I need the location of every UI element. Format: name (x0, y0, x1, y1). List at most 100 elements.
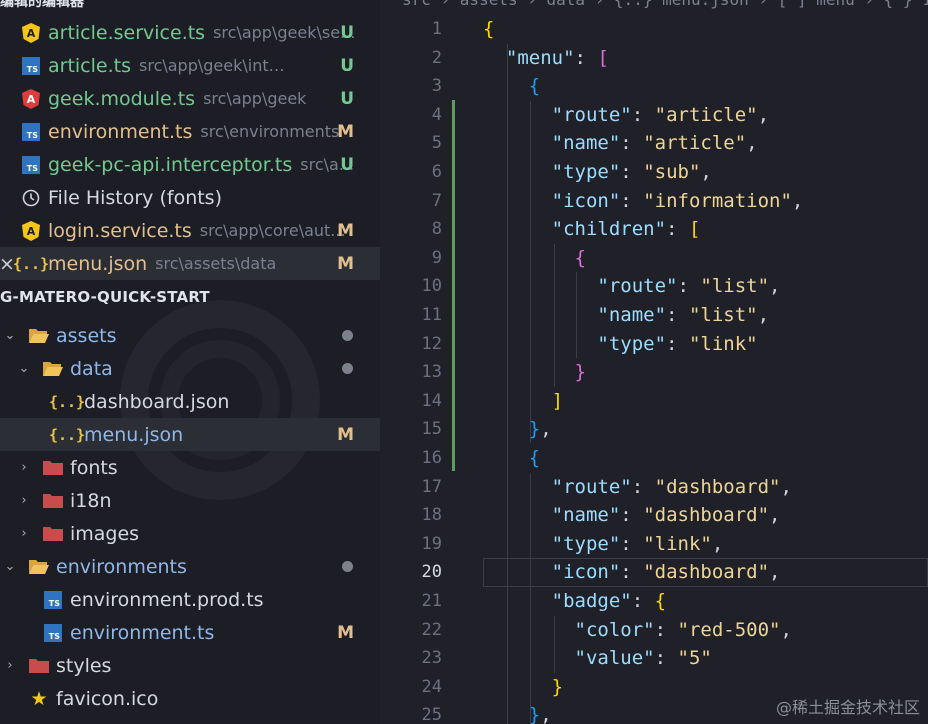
file-path: src\app\geek (203, 89, 307, 108)
svg-text:A: A (27, 27, 36, 40)
tree-item-label: i18n (70, 489, 112, 512)
line-number: 2 (431, 47, 442, 68)
chevron-right-icon[interactable]: › (2, 658, 18, 673)
folder-open-icon (28, 556, 50, 578)
tree-item[interactable]: ★ favicon.ico (0, 682, 380, 715)
tree-item-label: data (70, 357, 113, 380)
code-editor[interactable]: src › assets › data › {..} menu.json › [… (380, 0, 928, 724)
code-text: "name": "dashboard", (551, 504, 781, 527)
chevron-right-icon[interactable]: › (16, 460, 32, 475)
file-name: login.service.ts (48, 219, 192, 242)
tree-item[interactable]: ⌄ environments (0, 550, 380, 583)
code-text: "color": "red-500", (574, 618, 792, 641)
folder-open-icon (28, 325, 50, 347)
breadcrumb[interactable]: src › assets › data › {..} menu.json › [… (402, 0, 928, 9)
tree-item[interactable]: ⌄ data (0, 352, 380, 385)
code-line[interactable]: 3 { (380, 72, 928, 101)
code-line[interactable]: 22 "color": "red-500", (380, 616, 928, 645)
tree-item[interactable]: {..} dashboard.json (0, 385, 380, 418)
open-editor-item[interactable]: Ageek.module.ts src\app\geek U (0, 82, 380, 115)
project-section-title[interactable]: G-MATERO-QUICK-START (0, 282, 380, 312)
code-line[interactable]: 15 }, (380, 415, 928, 444)
close-icon[interactable]: × (0, 253, 15, 275)
code-line[interactable]: 16 { (380, 444, 928, 473)
tree-item[interactable]: › i18n (0, 484, 380, 517)
open-editor-item[interactable]: File History (fonts) (0, 181, 380, 214)
tree-item[interactable]: TS environment.prod.ts (0, 583, 380, 616)
tree-item[interactable]: › styles (0, 649, 380, 682)
line-number: 16 (421, 448, 442, 468)
code-line[interactable]: 13 } (380, 358, 928, 387)
file-name: File History (fonts) (48, 186, 222, 209)
chevron-right-icon[interactable]: › (16, 526, 32, 541)
code-line[interactable]: 4 "route": "article", (380, 101, 928, 130)
code-text: { (574, 246, 586, 269)
tree-item[interactable]: ⌄ assets (0, 319, 380, 352)
code-line[interactable]: 21 "badge": { (380, 587, 928, 616)
modified-dot-icon (342, 330, 353, 341)
chevron-down-icon[interactable]: ⌄ (2, 328, 18, 343)
code-line[interactable]: 18 "name": "dashboard", (380, 501, 928, 530)
chevron-down-icon[interactable]: ⌄ (2, 559, 18, 574)
line-number: 3 (431, 76, 442, 97)
open-editors-title: 编辑的编辑器 (0, 0, 84, 10)
file-name: geek-pc-api.interceptor.ts (48, 153, 293, 176)
open-editor-item[interactable]: Alogin.service.ts src\app\core\aut... M (0, 214, 380, 247)
explorer-sidebar: 编辑的编辑器 Aarticle.service.ts src\app\geek\s… (0, 0, 380, 724)
code-line[interactable]: 11 "name": "list", (380, 301, 928, 330)
tree-item[interactable]: {..} menu.json M (0, 418, 380, 451)
line-number: 1 (431, 19, 442, 39)
git-status-badge: M (337, 622, 354, 643)
tree-item[interactable]: › images (0, 517, 380, 550)
code-line[interactable]: 6 "type": "sub", (380, 158, 928, 187)
tree-item-label: assets (56, 324, 117, 347)
code-line[interactable]: 1{ (380, 15, 928, 44)
code-line[interactable]: 17 "route": "dashboard", (380, 473, 928, 502)
code-line[interactable]: 12 "type": "link" (380, 330, 928, 359)
json-icon: {..} (48, 425, 86, 444)
code-line[interactable]: 14 ] (380, 387, 928, 416)
svg-text:A: A (27, 93, 36, 106)
code-text: } (551, 675, 564, 698)
open-editor-item[interactable]: × {..} menu.json src\assets\data M (0, 247, 380, 280)
tree-item-label: environment.prod.ts (70, 588, 264, 611)
code-line[interactable]: 20 "icon": "dashboard", (380, 558, 928, 587)
chevron-right-icon[interactable]: › (16, 493, 32, 508)
line-number: 8 (431, 219, 442, 240)
git-status-badge: M (337, 253, 354, 274)
folder-icon (42, 490, 64, 512)
code-line[interactable]: 8 "children": [ (380, 215, 928, 244)
typescript-icon: TS (20, 121, 42, 143)
chevron-down-icon[interactable]: ⌄ (16, 361, 32, 376)
code-text: "type": "sub", (551, 161, 712, 183)
code-line[interactable]: 9 { (380, 244, 928, 273)
json-icon: {..} (48, 392, 86, 411)
code-line[interactable]: 2 "menu": [ (380, 44, 928, 73)
code-text: "value": "5" (574, 647, 712, 670)
tree-item-label: styles (56, 654, 112, 677)
code-line[interactable]: 19 "type": "link", (380, 530, 928, 559)
git-status-badge: M (337, 220, 354, 241)
tree-item-label: environments (56, 555, 187, 578)
open-editor-item[interactable]: TS article.ts src\app\geek\interface U (0, 49, 380, 82)
code-line[interactable]: 5 "name": "article", (380, 129, 928, 158)
line-number: 12 (421, 333, 442, 354)
typescript-icon: TS (20, 55, 42, 77)
code-line[interactable]: 23 "value": "5" (380, 644, 928, 673)
code-line[interactable]: 7 "icon": "information", (380, 187, 928, 216)
svg-text:A: A (27, 225, 36, 238)
open-editor-item[interactable]: Aarticle.service.ts src\app\geek\se... U (0, 16, 380, 49)
open-editor-item[interactable]: TS environment.ts src\environments M (0, 115, 380, 148)
typescript-icon: TS (20, 154, 42, 176)
line-number: 15 (421, 419, 442, 440)
tree-item[interactable]: TS environment.ts M (0, 616, 380, 649)
modified-dot-icon (342, 363, 353, 374)
open-editor-item[interactable]: TS geek-pc-api.interceptor.ts src\a... U (0, 148, 380, 181)
line-number: 7 (431, 190, 442, 211)
code-line[interactable]: 10 "route": "list", (380, 272, 928, 301)
git-status-badge: U (340, 88, 354, 109)
tree-item[interactable]: › fonts (0, 451, 380, 484)
line-number: 11 (421, 305, 442, 325)
folder-icon (28, 655, 50, 677)
favicon-star-icon: ★ (30, 687, 48, 710)
